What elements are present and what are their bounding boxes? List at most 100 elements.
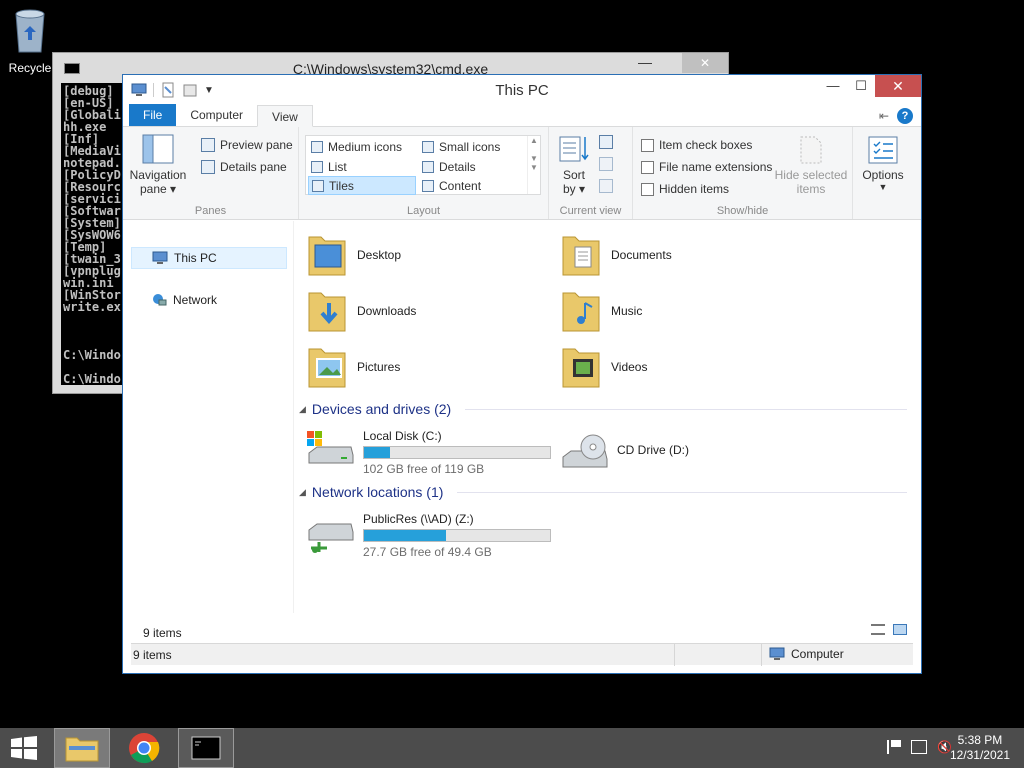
show-hide-group-label: Show/hide — [716, 205, 769, 217]
nav-this-pc-label: This PC — [174, 251, 217, 265]
preview-pane-button[interactable]: Preview pane — [201, 138, 293, 152]
details-icon — [422, 160, 434, 173]
hidden-items-checkbox[interactable] — [641, 182, 654, 196]
taskbar: 🔇 5:38 PM 12/31/2021 — [0, 728, 1024, 768]
list-icon — [311, 160, 323, 173]
pane-splitter[interactable] — [293, 221, 294, 613]
preview-pane-label: Preview pane — [220, 138, 293, 152]
layout-scroll[interactable]: ▲ ▼ ▼ — [527, 136, 540, 194]
hide-selected-label: Hide selected — [774, 168, 848, 182]
network-status-icon[interactable] — [911, 740, 928, 754]
recycle-bin-icon — [15, 9, 45, 53]
item-check-boxes-label: Item check boxes — [659, 138, 753, 152]
layout-medium-icons[interactable]: Medium icons — [308, 137, 416, 156]
chrome-icon — [129, 733, 160, 764]
drive-local-c[interactable]: Local Disk (C:) 102 GB free of 119 GB — [307, 429, 551, 476]
nav-network-label: Network — [173, 293, 218, 307]
folder-downloads-label: Downloads — [357, 304, 417, 318]
taskbar-chrome[interactable] — [116, 728, 172, 768]
file-explorer-icon — [65, 737, 99, 762]
start-button[interactable] — [0, 728, 48, 768]
folder-downloads[interactable]: Downloads — [307, 287, 416, 335]
add-columns-icon — [599, 157, 613, 171]
collapse-network-icon[interactable]: ◢ — [299, 487, 306, 498]
taskbar-clock[interactable]: 5:38 PM 12/31/2021 — [950, 733, 1010, 763]
layout-small-icons[interactable]: Small icons — [419, 137, 527, 156]
explorer-titlebar[interactable]: ▼ This PC — ☐ ✕ — [123, 75, 921, 105]
taskbar-file-explorer[interactable] — [54, 728, 110, 768]
tab-file[interactable]: File — [129, 104, 177, 126]
folder-pictures[interactable]: Pictures — [307, 343, 400, 391]
content-label: Content — [439, 178, 482, 193]
content-area: This PC Network Desktop Documents Downlo… — [123, 221, 921, 613]
action-center-flag-icon[interactable] — [887, 740, 902, 754]
file-name-extensions-checkbox[interactable] — [641, 160, 654, 174]
this-pc-icon — [152, 251, 168, 264]
cmd-close-button[interactable]: ✕ — [682, 53, 728, 73]
sort-by-button[interactable]: Sort by ▾ — [557, 133, 591, 196]
item-check-boxes-toggle[interactable]: Item check boxes — [641, 138, 752, 152]
folder-videos-label: Videos — [611, 360, 648, 374]
tiles-label: Tiles — [329, 178, 354, 193]
network-section-header[interactable]: ◢ Network locations (1) — [299, 484, 907, 500]
folder-desktop[interactable]: Desktop — [307, 231, 401, 279]
drive-network-z[interactable]: PublicRes (\\AD) (Z:) 27.7 GB free of 49… — [307, 512, 551, 559]
folder-documents[interactable]: Documents — [561, 231, 672, 279]
collapse-devices-icon[interactable]: ◢ — [299, 404, 306, 415]
cmd-taskbar-icon — [191, 736, 221, 760]
cd-drive-name: CD Drive (D:) — [617, 443, 689, 457]
devices-section-header[interactable]: ◢ Devices and drives (2) — [299, 401, 907, 417]
nav-item-network[interactable]: Network — [131, 289, 287, 311]
navigation-pane: This PC Network — [131, 221, 289, 613]
help-icon[interactable]: ? — [897, 108, 913, 124]
status-computer-icon — [769, 647, 785, 660]
show-hide-group: Item check boxes File name extensions Hi… — [633, 127, 853, 219]
local-disk-free: 102 GB free of 119 GB — [363, 462, 485, 476]
current-view-group-label: Current view — [559, 205, 622, 217]
layout-details[interactable]: Details — [419, 157, 527, 176]
folder-pictures-label: Pictures — [357, 360, 401, 374]
folder-desktop-label: Desktop — [357, 248, 402, 262]
details-view-icon[interactable] — [871, 624, 885, 635]
maximize-button[interactable]: ☐ — [847, 75, 875, 97]
hide-selected-items-button: Hide selected items — [773, 135, 849, 196]
network-icon — [153, 294, 167, 306]
cmd-minimize-button[interactable]: — — [630, 53, 660, 73]
minimize-button[interactable]: — — [819, 75, 847, 97]
panes-group-label: Panes — [194, 205, 227, 217]
network-drive-free: 27.7 GB free of 49.4 GB — [363, 545, 492, 559]
item-check-boxes-checkbox[interactable] — [641, 138, 654, 152]
ribbon: Navigation pane ▾ Preview pane Details p… — [123, 127, 921, 220]
layout-group-label: Layout — [406, 205, 441, 217]
explorer-window[interactable]: ▼ This PC — ☐ ✕ File Computer View ⇤ ? N… — [122, 74, 922, 674]
hidden-items-label: Hidden items — [659, 182, 730, 196]
hidden-items-toggle[interactable]: Hidden items — [641, 182, 729, 196]
folder-videos[interactable]: Videos — [561, 343, 647, 391]
local-disk-icon — [307, 431, 354, 464]
status-item-count: 9 items — [133, 648, 172, 662]
layout-tiles[interactable]: Tiles — [308, 176, 416, 195]
large-icons-view-icon[interactable] — [893, 624, 907, 635]
details-pane-button[interactable]: Details pane — [201, 160, 287, 174]
status-bar: 9 items Computer — [131, 643, 913, 666]
layout-content[interactable]: Content — [419, 176, 527, 195]
drive-cd-d[interactable]: CD Drive (D:) — [561, 431, 689, 471]
navigation-pane-button[interactable]: Navigation pane ▾ — [129, 133, 187, 196]
taskbar-cmd[interactable] — [178, 728, 234, 768]
hide-selected-label2: items — [796, 182, 826, 196]
options-button[interactable]: Options ▼ — [857, 135, 909, 192]
pin-ribbon-icon[interactable]: ⇤ — [879, 109, 889, 123]
close-button[interactable]: ✕ — [875, 75, 921, 97]
recycle-bin-shortcut[interactable]: Recycle — [6, 6, 54, 75]
clock-time: 5:38 PM — [957, 733, 1003, 747]
group-by-icon[interactable] — [599, 135, 613, 149]
tab-view[interactable]: View — [257, 105, 313, 127]
file-name-extensions-toggle[interactable]: File name extensions — [641, 160, 772, 174]
options-group: Options ▼ — [853, 127, 911, 219]
status-location-label: Computer — [791, 647, 844, 661]
tab-computer[interactable]: Computer — [176, 104, 257, 126]
folder-music[interactable]: Music — [561, 287, 642, 335]
nav-item-this-pc[interactable]: This PC — [131, 247, 287, 269]
layout-list[interactable]: List — [308, 157, 416, 176]
layout-gallery: Medium icons Small icons List Details Ti… — [305, 135, 541, 195]
